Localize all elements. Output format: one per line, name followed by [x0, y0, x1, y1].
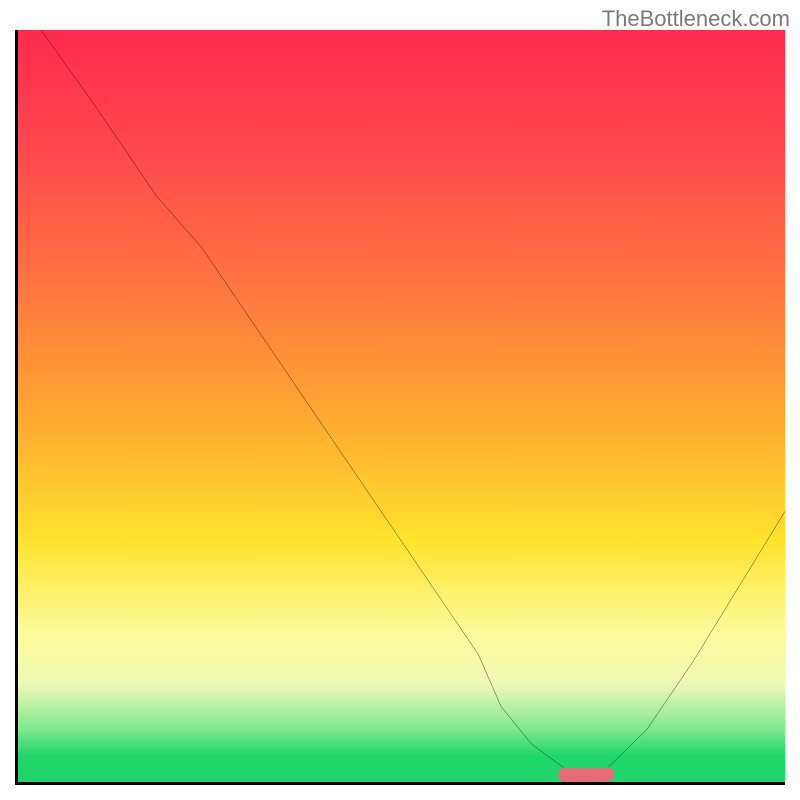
plot-area — [15, 30, 785, 785]
optimum-marker — [558, 767, 614, 781]
bottleneck-curve — [18, 30, 785, 782]
watermark-text: TheBottleneck.com — [602, 6, 790, 32]
